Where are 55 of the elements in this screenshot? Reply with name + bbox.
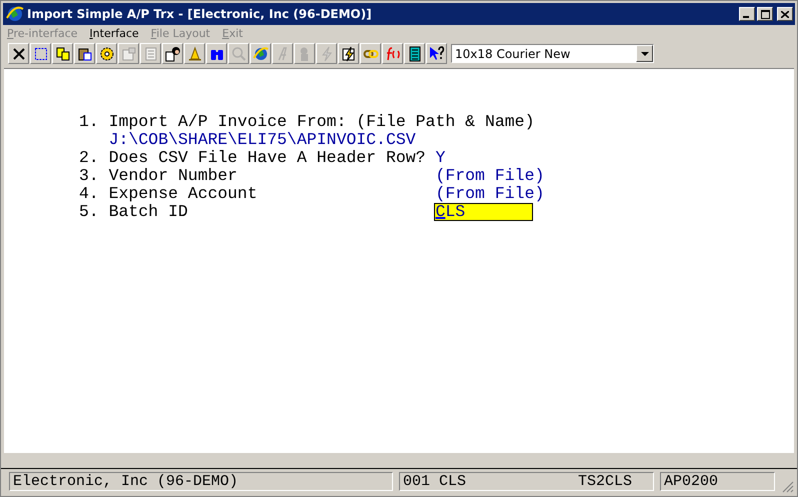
toolbar-button[interactable] [30,43,51,64]
copy-icon [54,46,70,62]
toolbar-button[interactable] [74,43,95,64]
field-value: Y [435,149,446,167]
item-number: 3. [79,167,100,185]
user-status: TS2CLS [578,472,632,490]
company-status: Electronic, Inc (96-DEMO) [9,472,393,490]
program-status: AP0200 [660,472,775,490]
maximize-icon [760,10,770,18]
font-dropdown[interactable]: 10x18 Courier New [451,44,654,63]
field-value: (From File) [435,185,544,203]
field-label: Expense Account [108,185,258,203]
item-number: 2. [79,149,100,167]
gear-icon [98,46,114,62]
minimize-button[interactable] [739,7,755,21]
notepad-icon [406,46,422,62]
toolbar-button[interactable] [338,43,359,64]
search-icon [230,46,246,62]
batch-status: 001 CLS [403,472,466,490]
toolbar-button[interactable] [162,43,183,64]
maximize-button[interactable] [757,7,773,21]
toolbar-button[interactable] [404,43,425,64]
window-title: Import Simple A/P Trx - [Electronic, Inc (96-DEMO)] [27,7,373,21]
toolbar-button[interactable] [96,43,117,64]
lightning-document-icon [340,46,356,62]
caret-icon [640,52,648,56]
field-value: (From File) [435,167,544,185]
person-document-icon [164,46,180,62]
globe-icon [252,46,268,62]
toolbar-button[interactable] [8,43,29,64]
properties-icon [120,46,136,62]
toolbar-button[interactable] [52,43,73,64]
globe-icon [6,6,24,22]
toolbar-button[interactable] [426,43,447,64]
close-icon [10,46,26,62]
item-number: 4. [79,185,100,203]
input-field[interactable]: CLS [434,203,534,221]
function-icon [384,46,400,62]
toolbar-button[interactable] [206,43,227,64]
document-icon [142,46,158,62]
menu-item[interactable]: Interface [90,27,139,40]
close-icon [781,10,789,18]
selection-icon [32,46,48,62]
item-number: 5. [79,203,100,221]
field-label: Does CSV File Have A Header Row? [108,149,426,167]
paste-icon [76,46,92,62]
field-label: Import A/P Invoice From: (File Path & Name) [108,113,534,131]
file-path: J:\COB\SHARE\ELI75\APINVOIC.CSV [108,131,416,149]
resize-grip-icon [782,481,794,493]
close-button[interactable] [777,7,793,21]
item-number: 1. [79,113,100,131]
toolbar-button[interactable] [250,43,271,64]
field-label: Batch ID [108,203,189,221]
help-icon [428,46,444,62]
field-label: Vendor Number [108,167,238,185]
